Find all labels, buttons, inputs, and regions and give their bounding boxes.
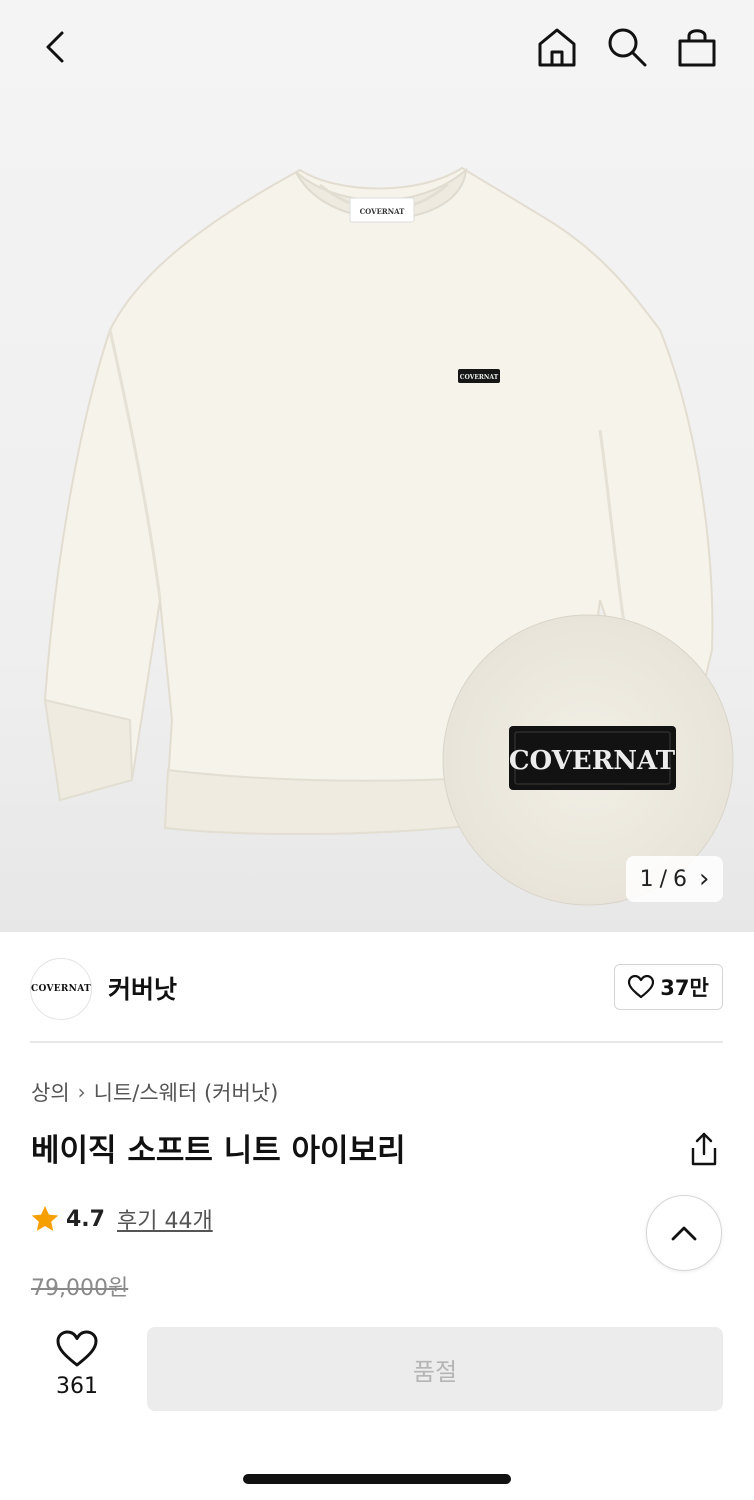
product-photo: COVERNAT COVERNAT COVERNAT <box>43 166 734 906</box>
rating-value: 4.7 <box>66 1206 105 1232</box>
home-icon <box>538 28 576 67</box>
shopping-bag-button[interactable] <box>670 20 724 74</box>
chest-label-text: COVERNAT <box>460 374 499 381</box>
original-price: 79,000원 <box>31 1276 129 1301</box>
brand-like-count: 37만 <box>660 976 709 1000</box>
top-navigation-bar <box>0 0 754 96</box>
search-icon <box>608 28 647 67</box>
counter-total: 6 <box>673 866 687 892</box>
brand-logo-text: COVERNAT <box>31 984 91 994</box>
image-counter-button[interactable]: 1 / 6 › <box>626 856 723 902</box>
brand-row: COVERNAT 커버낫 37만 <box>0 932 754 1042</box>
back-button[interactable] <box>30 22 80 72</box>
brand-like-button[interactable]: 37만 <box>614 964 723 1010</box>
chevron-right-icon: › <box>699 864 710 894</box>
heart-icon <box>628 975 655 999</box>
wishlist-button[interactable]: 361 <box>46 1330 108 1400</box>
home-button[interactable] <box>530 20 584 74</box>
rating-row: 4.7 후기 44개 <box>30 1203 213 1235</box>
scroll-to-top-button[interactable] <box>646 1195 722 1271</box>
product-title: 베이직 소프트 니트 아이보리 <box>31 1133 406 1169</box>
zoom-label-text: COVERNAT <box>509 746 676 776</box>
neck-tag-text: COVERNAT <box>360 207 406 216</box>
breadcrumb-category[interactable]: 상의 <box>31 1077 70 1107</box>
home-indicator[interactable] <box>243 1474 511 1484</box>
back-icon <box>46 31 64 63</box>
search-button[interactable] <box>600 20 654 74</box>
counter-current: 1 <box>639 866 654 892</box>
share-icon <box>691 1132 717 1166</box>
divider <box>30 1041 723 1043</box>
sold-out-button[interactable]: 품절 <box>147 1327 723 1411</box>
sold-out-label: 품절 <box>412 1357 458 1386</box>
heart-icon <box>56 1330 98 1367</box>
breadcrumb: 상의 › 니트/스웨터 (커버낫) <box>31 1077 278 1107</box>
star-icon <box>31 1206 59 1231</box>
brand-logo[interactable]: COVERNAT <box>30 958 92 1020</box>
share-button[interactable] <box>684 1130 724 1170</box>
chevron-up-icon <box>671 1226 697 1241</box>
breadcrumb-subcategory[interactable]: 니트/스웨터 (커버낫) <box>94 1077 279 1107</box>
review-link[interactable]: 후기 44개 <box>117 1203 213 1235</box>
product-image-gallery[interactable]: COVERNAT COVERNAT COVERNAT 1 / 6 › <box>0 0 754 932</box>
counter-separator: / <box>659 866 667 892</box>
brand-name[interactable]: 커버낫 <box>108 970 177 1006</box>
wishlist-count: 361 <box>56 1374 98 1399</box>
shopping-bag-icon <box>678 29 716 67</box>
chevron-right-icon: › <box>77 1080 86 1104</box>
